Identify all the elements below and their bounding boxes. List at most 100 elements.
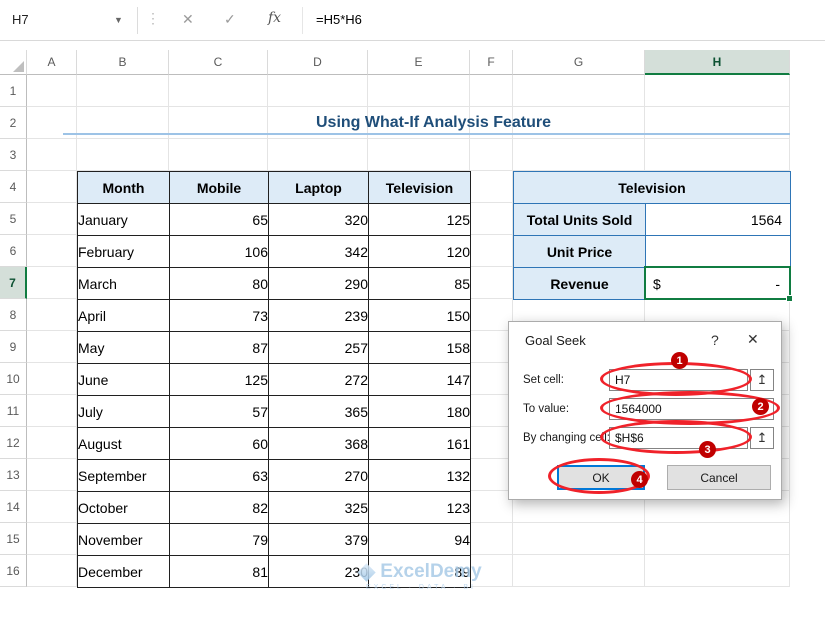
cell-television[interactable]: 85: [368, 267, 471, 300]
cell-laptop[interactable]: 320: [268, 203, 369, 236]
cell-month[interactable]: August: [77, 427, 170, 460]
cell-television[interactable]: 132: [368, 459, 471, 492]
cell-mobile[interactable]: 65: [169, 203, 269, 236]
unit-price-value[interactable]: [645, 235, 791, 268]
cell-television[interactable]: 158: [368, 331, 471, 364]
cell-television[interactable]: 180: [368, 395, 471, 428]
range-picker-icon[interactable]: ↥: [750, 369, 774, 391]
row-header-6[interactable]: 6: [0, 235, 27, 267]
row-header-7-selected[interactable]: 7: [0, 267, 27, 299]
cell-mobile[interactable]: 106: [169, 235, 269, 268]
cell-television[interactable]: 94: [368, 523, 471, 556]
cell-television[interactable]: 123: [368, 491, 471, 524]
cell-laptop[interactable]: 290: [268, 267, 369, 300]
cell-television[interactable]: 150: [368, 299, 471, 332]
total-units-label[interactable]: Total Units Sold: [513, 203, 646, 236]
cell-mobile[interactable]: 82: [169, 491, 269, 524]
cancel-button[interactable]: Cancel: [667, 465, 771, 490]
formula-input[interactable]: =H5*H6: [316, 12, 362, 27]
cell-laptop[interactable]: 379: [268, 523, 369, 556]
cell-television[interactable]: 161: [368, 427, 471, 460]
cell-television[interactable]: 125: [368, 203, 471, 236]
total-units-value[interactable]: 1564: [645, 203, 791, 236]
cell-mobile[interactable]: 81: [169, 555, 269, 588]
cell-month[interactable]: December: [77, 555, 170, 588]
cell-month[interactable]: July: [77, 395, 170, 428]
row-header-10[interactable]: 10: [0, 363, 27, 395]
close-icon[interactable]: ✕: [747, 331, 759, 348]
cancel-entry-icon[interactable]: ✕: [182, 11, 194, 28]
cell-mobile[interactable]: 57: [169, 395, 269, 428]
cell-mobile[interactable]: 63: [169, 459, 269, 492]
cell-month[interactable]: June: [77, 363, 170, 396]
set-cell-input[interactable]: [609, 369, 748, 391]
col-header-e[interactable]: E: [368, 50, 470, 75]
resize-dots-icon[interactable]: ⋮: [146, 10, 160, 27]
row-header-1[interactable]: 1: [0, 75, 27, 107]
col-header-b[interactable]: B: [77, 50, 169, 75]
col-header-h-selected[interactable]: H: [645, 50, 790, 75]
cell-laptop[interactable]: 272: [268, 363, 369, 396]
col-header-a[interactable]: A: [27, 50, 77, 75]
cell-laptop[interactable]: 325: [268, 491, 369, 524]
cell-month[interactable]: January: [77, 203, 170, 236]
cell-mobile[interactable]: 125: [169, 363, 269, 396]
sales-header-row: Month Mobile Laptop Television: [77, 171, 471, 204]
col-header-d[interactable]: D: [268, 50, 368, 75]
row-header-8[interactable]: 8: [0, 299, 27, 331]
revenue-value[interactable]: $ -: [645, 267, 791, 300]
cell-month[interactable]: September: [77, 459, 170, 492]
cell-mobile[interactable]: 73: [169, 299, 269, 332]
cell-month[interactable]: March: [77, 267, 170, 300]
by-changing-cell-input[interactable]: [609, 427, 748, 449]
row-header-12[interactable]: 12: [0, 427, 27, 459]
header-television[interactable]: Television: [368, 171, 471, 204]
cell-month[interactable]: April: [77, 299, 170, 332]
cell-mobile[interactable]: 60: [169, 427, 269, 460]
to-value-input[interactable]: [609, 398, 774, 420]
col-header-c[interactable]: C: [169, 50, 268, 75]
row-header-9[interactable]: 9: [0, 331, 27, 363]
cell-mobile[interactable]: 79: [169, 523, 269, 556]
header-mobile[interactable]: Mobile: [169, 171, 269, 204]
select-all-button[interactable]: [0, 50, 27, 75]
name-box[interactable]: H7: [12, 12, 29, 27]
cell-television[interactable]: 120: [368, 235, 471, 268]
cell-month[interactable]: November: [77, 523, 170, 556]
row-header-13[interactable]: 13: [0, 459, 27, 491]
cell-mobile[interactable]: 87: [169, 331, 269, 364]
row-header-16[interactable]: 16: [0, 555, 27, 587]
cell-laptop[interactable]: 342: [268, 235, 369, 268]
row-header-14[interactable]: 14: [0, 491, 27, 523]
unit-price-label[interactable]: Unit Price: [513, 235, 646, 268]
cell-mobile[interactable]: 80: [169, 267, 269, 300]
row-header-11[interactable]: 11: [0, 395, 27, 427]
cell-month[interactable]: October: [77, 491, 170, 524]
cell-television[interactable]: 89: [368, 555, 471, 588]
name-box-dropdown-icon[interactable]: ▼: [114, 15, 123, 25]
cell-laptop[interactable]: 368: [268, 427, 369, 460]
col-header-g[interactable]: G: [513, 50, 645, 75]
row-header-2[interactable]: 2: [0, 107, 27, 139]
row-header-3[interactable]: 3: [0, 139, 27, 171]
cell-laptop[interactable]: 365: [268, 395, 369, 428]
header-month[interactable]: Month: [77, 171, 170, 204]
cell-laptop[interactable]: 257: [268, 331, 369, 364]
confirm-entry-icon[interactable]: ✓: [224, 11, 236, 28]
row-header-15[interactable]: 15: [0, 523, 27, 555]
cell-television[interactable]: 147: [368, 363, 471, 396]
revenue-label[interactable]: Revenue: [513, 267, 646, 300]
summary-title-cell[interactable]: Television: [513, 171, 791, 204]
cell-laptop[interactable]: 230: [268, 555, 369, 588]
insert-function-icon[interactable]: fx: [268, 10, 281, 26]
cell-laptop[interactable]: 270: [268, 459, 369, 492]
row-header-4[interactable]: 4: [0, 171, 27, 203]
row-header-5[interactable]: 5: [0, 203, 27, 235]
help-icon[interactable]: ?: [711, 332, 719, 348]
col-header-f[interactable]: F: [470, 50, 513, 75]
header-laptop[interactable]: Laptop: [268, 171, 369, 204]
cell-month[interactable]: May: [77, 331, 170, 364]
range-picker-icon[interactable]: ↥: [750, 427, 774, 449]
cell-month[interactable]: February: [77, 235, 170, 268]
cell-laptop[interactable]: 239: [268, 299, 369, 332]
